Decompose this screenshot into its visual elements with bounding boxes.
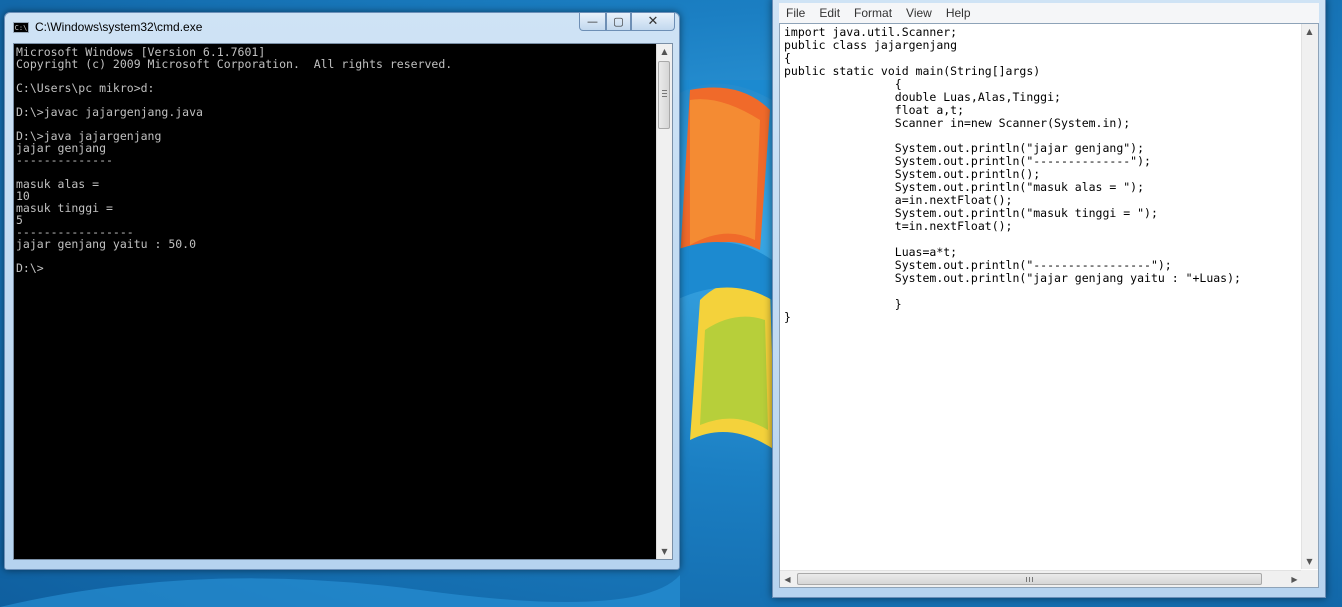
text-editor[interactable]: import java.util.Scanner; public class j…: [779, 23, 1319, 588]
editor-text[interactable]: import java.util.Scanner; public class j…: [784, 26, 1299, 570]
menu-bar: File Edit Format View Help: [779, 3, 1319, 23]
notepad-window[interactable]: File Edit Format View Help import java.u…: [772, 0, 1326, 598]
scroll-right-arrow-icon[interactable]: ▶: [1287, 572, 1302, 587]
vertical-scrollbar[interactable]: ▲ ▼: [1301, 24, 1318, 569]
close-button[interactable]: ✕: [631, 13, 675, 31]
console-area[interactable]: Microsoft Windows [Version 6.1.7601] Cop…: [13, 43, 673, 560]
cmd-titlebar[interactable]: C:\ C:\Windows\system32\cmd.exe — ▢ ✕: [5, 13, 679, 39]
menu-edit[interactable]: Edit: [812, 6, 847, 20]
scroll-thumb[interactable]: [658, 61, 670, 129]
scroll-up-arrow-icon[interactable]: ▲: [1302, 24, 1317, 39]
menu-view[interactable]: View: [899, 6, 939, 20]
menu-help[interactable]: Help: [939, 6, 978, 20]
scroll-down-arrow-icon[interactable]: ▼: [657, 544, 672, 559]
maximize-button[interactable]: ▢: [606, 13, 631, 31]
console-output: Microsoft Windows [Version 6.1.7601] Cop…: [16, 46, 453, 275]
vertical-scrollbar[interactable]: ▲ ▼: [656, 44, 672, 559]
horizontal-scrollbar[interactable]: ◀ ▶: [780, 570, 1302, 587]
scroll-down-arrow-icon[interactable]: ▼: [1302, 554, 1317, 569]
scroll-corner: [1301, 570, 1318, 587]
menu-file[interactable]: File: [779, 6, 812, 20]
menu-format[interactable]: Format: [847, 6, 899, 20]
cmd-window[interactable]: C:\ C:\Windows\system32\cmd.exe — ▢ ✕ Mi…: [4, 12, 680, 570]
scroll-left-arrow-icon[interactable]: ◀: [780, 572, 795, 587]
minimize-button[interactable]: —: [579, 13, 606, 31]
cmd-icon: C:\: [13, 22, 29, 33]
scroll-up-arrow-icon[interactable]: ▲: [657, 44, 672, 59]
window-title: C:\Windows\system32\cmd.exe: [35, 20, 203, 34]
scroll-thumb[interactable]: [797, 573, 1262, 585]
